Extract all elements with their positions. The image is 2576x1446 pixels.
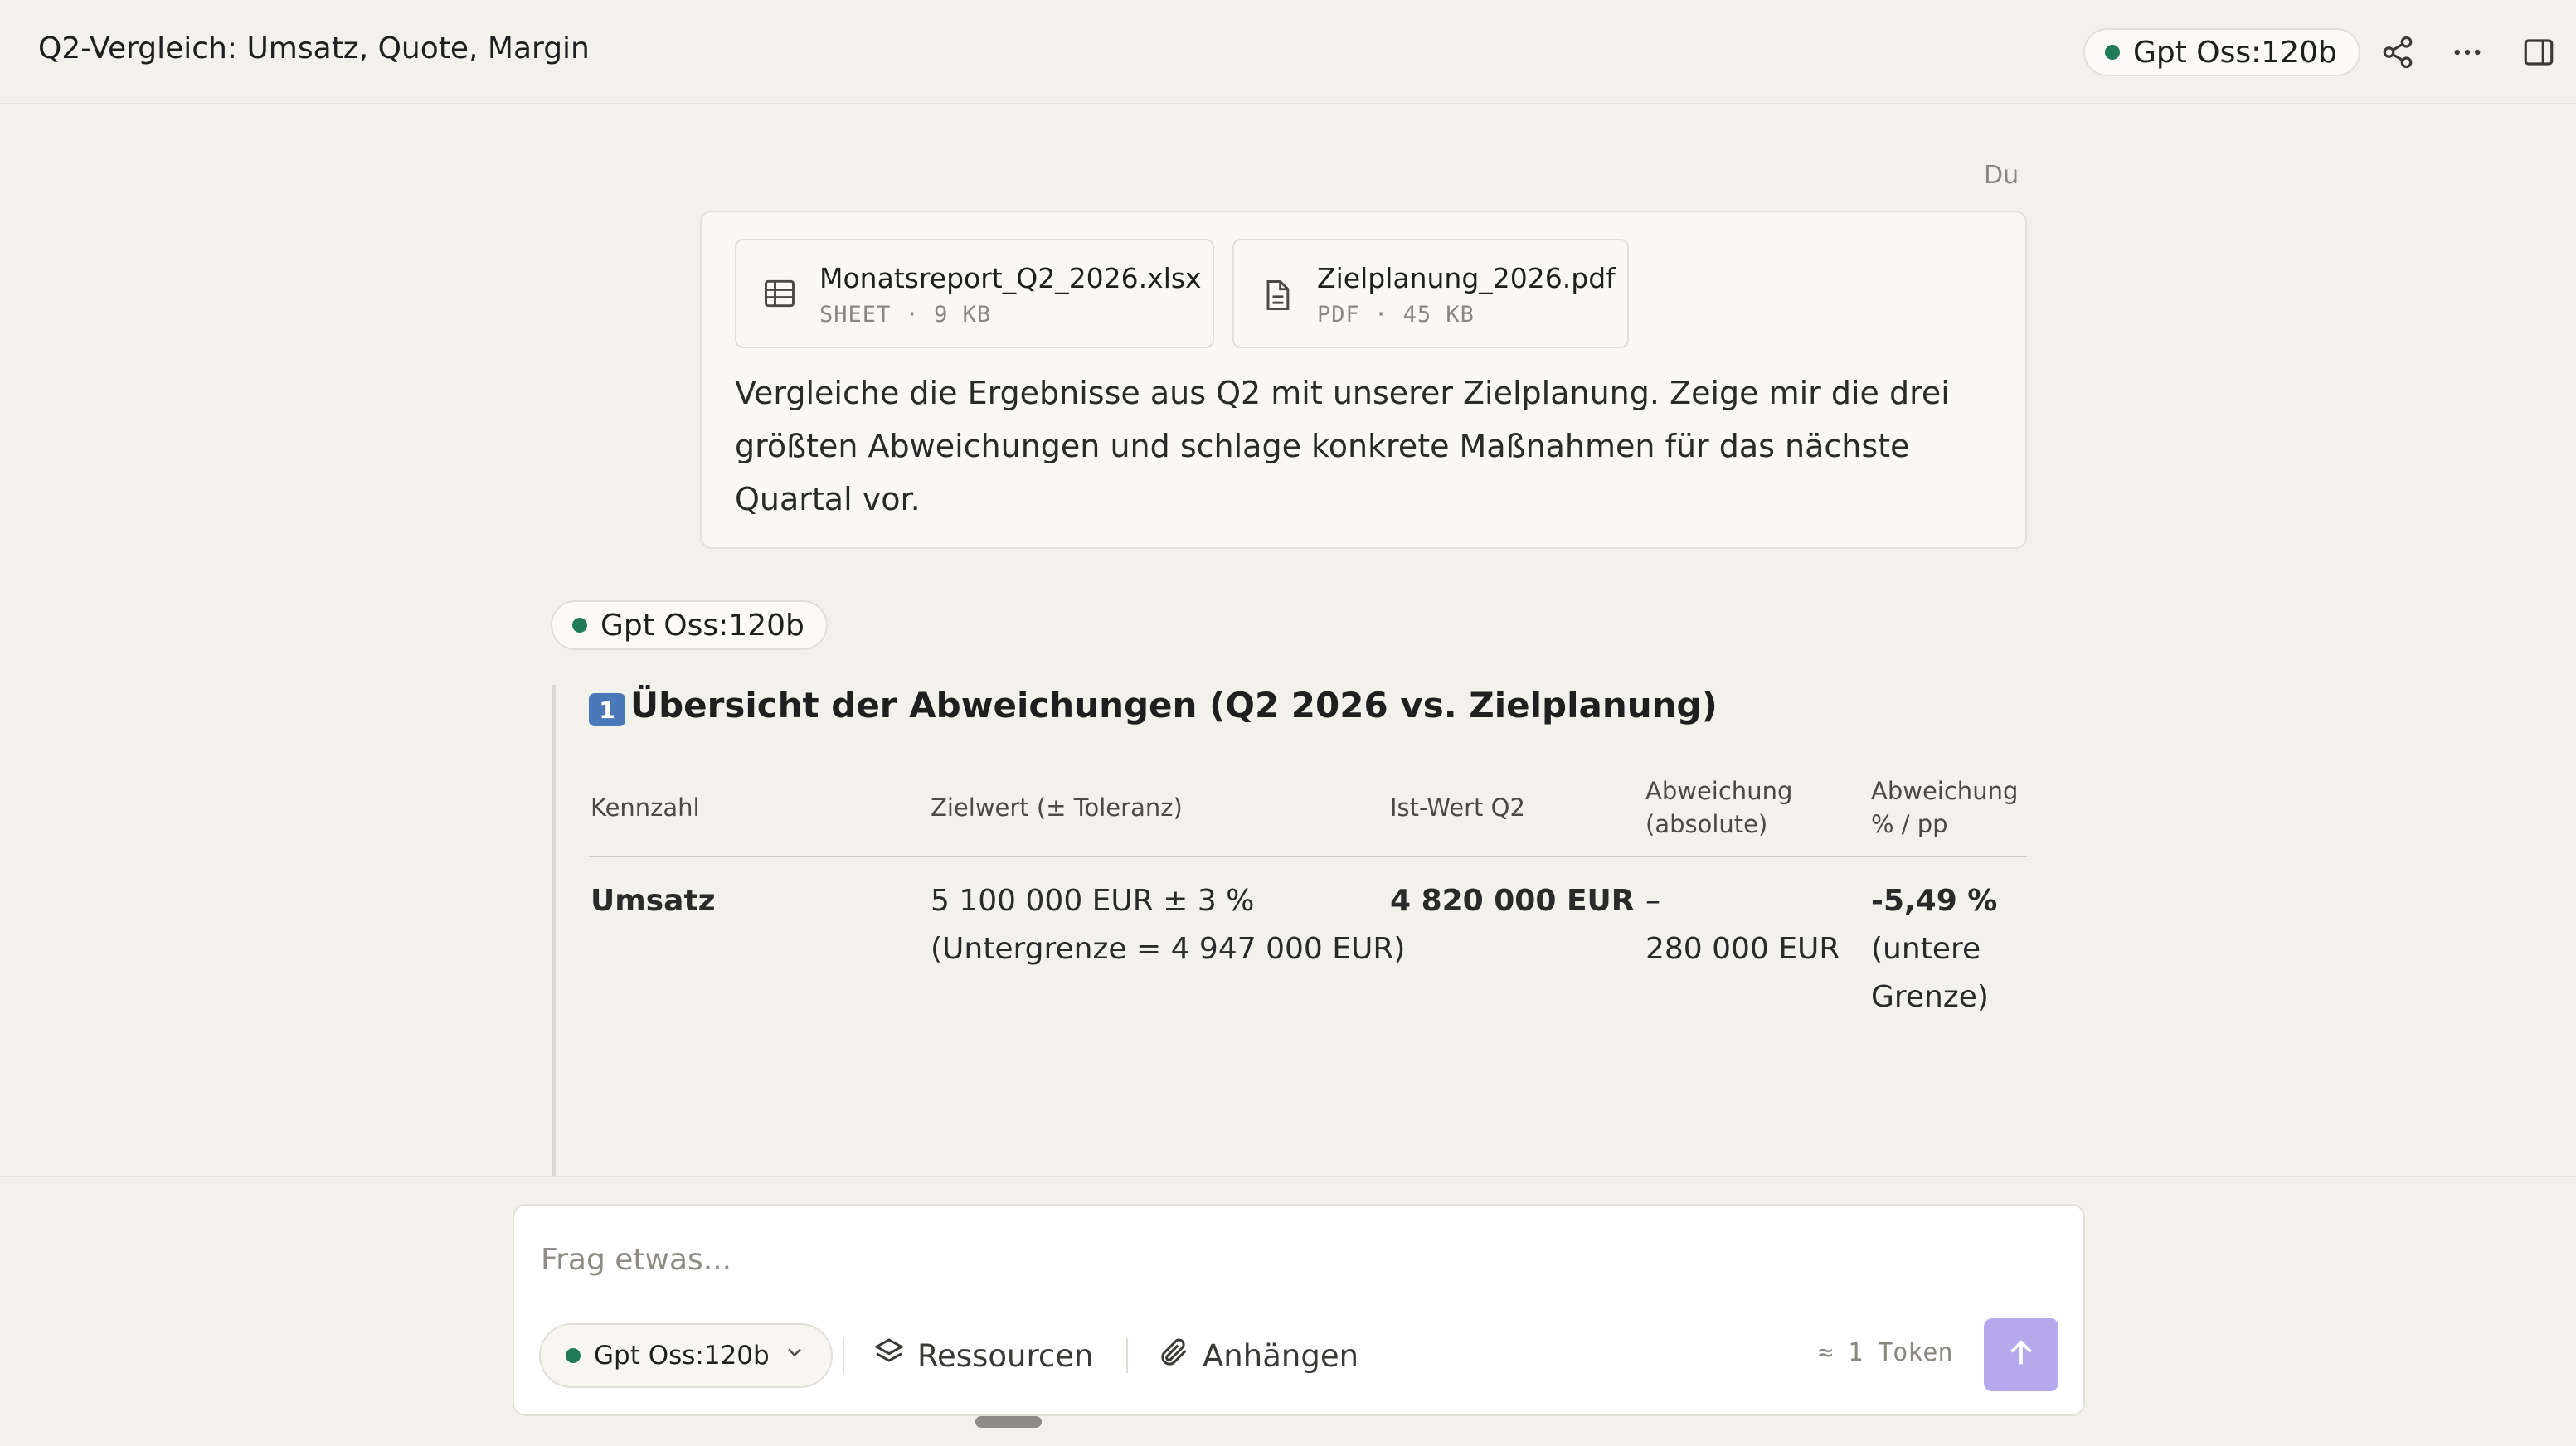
- chevron-down-icon: [783, 1341, 806, 1371]
- assistant-model-badge: Gpt Oss:120b: [551, 600, 828, 650]
- deviation-table: Kennzahl Zielwert (± Toleranz) Ist-Wert …: [589, 771, 2027, 1036]
- table-header-divider: [589, 856, 2027, 857]
- send-button[interactable]: [1984, 1318, 2058, 1391]
- assistant-model-label: Gpt Oss:120b: [600, 608, 804, 643]
- model-status-dot: [2105, 45, 2120, 60]
- toolbar-divider: [1126, 1338, 1128, 1373]
- toolbar-divider: [843, 1338, 844, 1373]
- table-cell-zielwert: 5 100 000 EUR ± 3 % (Untergrenze = 4 947…: [931, 884, 1406, 966]
- scroll-handle[interactable]: [975, 1416, 1042, 1428]
- more-options-icon[interactable]: [2448, 33, 2486, 71]
- column-header: Abweichung (absolute): [1645, 777, 1793, 838]
- answer-heading: Übersicht der Abweichungen (Q2 2026 vs. …: [630, 685, 1718, 725]
- answer-indent-bar: [552, 685, 556, 1177]
- model-select[interactable]: Gpt Oss:120b: [539, 1323, 833, 1388]
- model-badge[interactable]: Gpt Oss:120b: [2083, 28, 2360, 76]
- table-cell-abweichung-prozent: -5,49 % (untere Grenze): [1871, 884, 1998, 1014]
- column-header: Ist-Wert Q2: [1390, 793, 1525, 822]
- attachment-card[interactable]: Zielplanung_2026.pdf PDF · 45 KB: [1232, 239, 1629, 348]
- attachment-meta: SHEET · 9 KB: [819, 302, 992, 328]
- table-cell-ist: 4 820 000 EUR: [1390, 884, 1635, 918]
- table-icon: [761, 275, 798, 315]
- document-icon: [1259, 275, 1295, 315]
- user-message: Monatsreport_Q2_2026.xlsx SHEET · 9 KB Z…: [700, 211, 2027, 549]
- attach-button[interactable]: Anhängen: [1158, 1327, 1358, 1385]
- column-header: Zielwert (± Toleranz): [931, 793, 1183, 822]
- column-header: Abweichung % / pp: [1871, 777, 2019, 838]
- user-label: Du: [1984, 161, 2019, 190]
- attach-label: Anhängen: [1203, 1337, 1359, 1374]
- top-bar: Q2-Vergleich: Umsatz, Quote, Margin Gpt …: [0, 0, 2576, 104]
- table-cell-kennzahl: Umsatz: [591, 884, 716, 918]
- table-cell-abweichung-absolut: – 280 000 EUR: [1645, 884, 1840, 966]
- arrow-up-icon: [2005, 1337, 2038, 1373]
- model-status-dot: [566, 1348, 581, 1363]
- number-one-icon: 1: [589, 693, 625, 726]
- paperclip-icon: [1158, 1336, 1191, 1376]
- attachment-name: Zielplanung_2026.pdf: [1317, 262, 1616, 294]
- sidebar-toggle-icon[interactable]: [2520, 33, 2558, 71]
- token-count: ≈ 1 Token: [1818, 1338, 1953, 1367]
- composer: Gpt Oss:120b Ressourcen Anhängen ≈ 1 Tok…: [513, 1204, 2085, 1416]
- model-badge-label: Gpt Oss:120b: [2133, 35, 2337, 70]
- model-status-dot: [572, 618, 587, 633]
- attachment-meta: PDF · 45 KB: [1317, 302, 1475, 328]
- chat-title: Q2-Vergleich: Umsatz, Quote, Margin: [38, 32, 590, 66]
- layers-icon: [872, 1336, 906, 1376]
- attachment-name: Monatsreport_Q2_2026.xlsx: [819, 262, 1202, 294]
- attachment-card[interactable]: Monatsreport_Q2_2026.xlsx SHEET · 9 KB: [735, 239, 1214, 348]
- message-input[interactable]: [539, 1242, 2035, 1278]
- model-select-label: Gpt Oss:120b: [594, 1341, 770, 1371]
- resources-button[interactable]: Ressourcen: [872, 1327, 1093, 1385]
- user-message-text: Vergleiche die Ergebnisse aus Q2 mit uns…: [735, 375, 1950, 517]
- resources-label: Ressourcen: [917, 1337, 1094, 1374]
- column-header: Kennzahl: [591, 793, 700, 822]
- share-icon[interactable]: [2379, 33, 2417, 71]
